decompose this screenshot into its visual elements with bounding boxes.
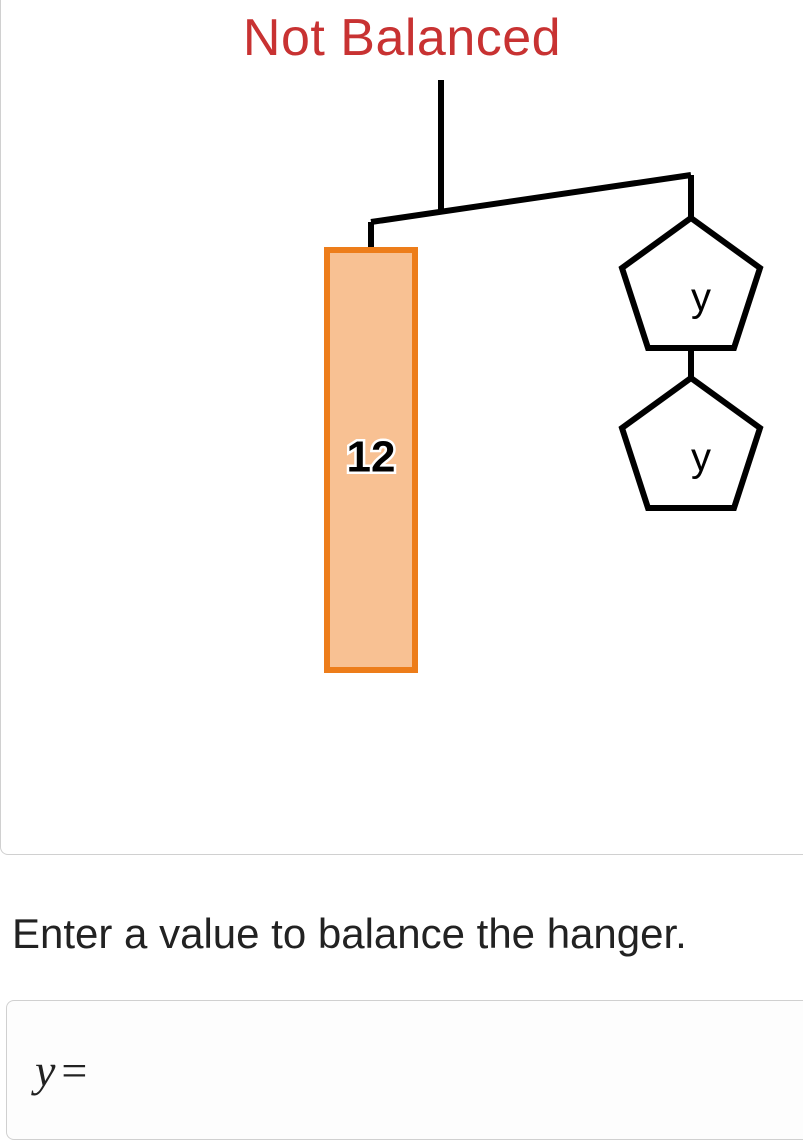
weight-block-value: 12 bbox=[347, 433, 396, 482]
pentagon-1-label: y bbox=[691, 276, 711, 320]
variable-label: y bbox=[35, 1044, 55, 1097]
instruction-text: Enter a value to balance the hanger. bbox=[12, 910, 687, 958]
hanger-diagram: 12 y y bbox=[1, 80, 803, 780]
equals-sign: = bbox=[61, 1044, 87, 1097]
balance-status: Not Balanced bbox=[243, 8, 561, 68]
answer-input-row[interactable]: y = bbox=[6, 1000, 803, 1140]
diagram-panel: Not Balanced 12 y y bbox=[0, 0, 803, 855]
pentagon-2-label: y bbox=[691, 436, 711, 480]
